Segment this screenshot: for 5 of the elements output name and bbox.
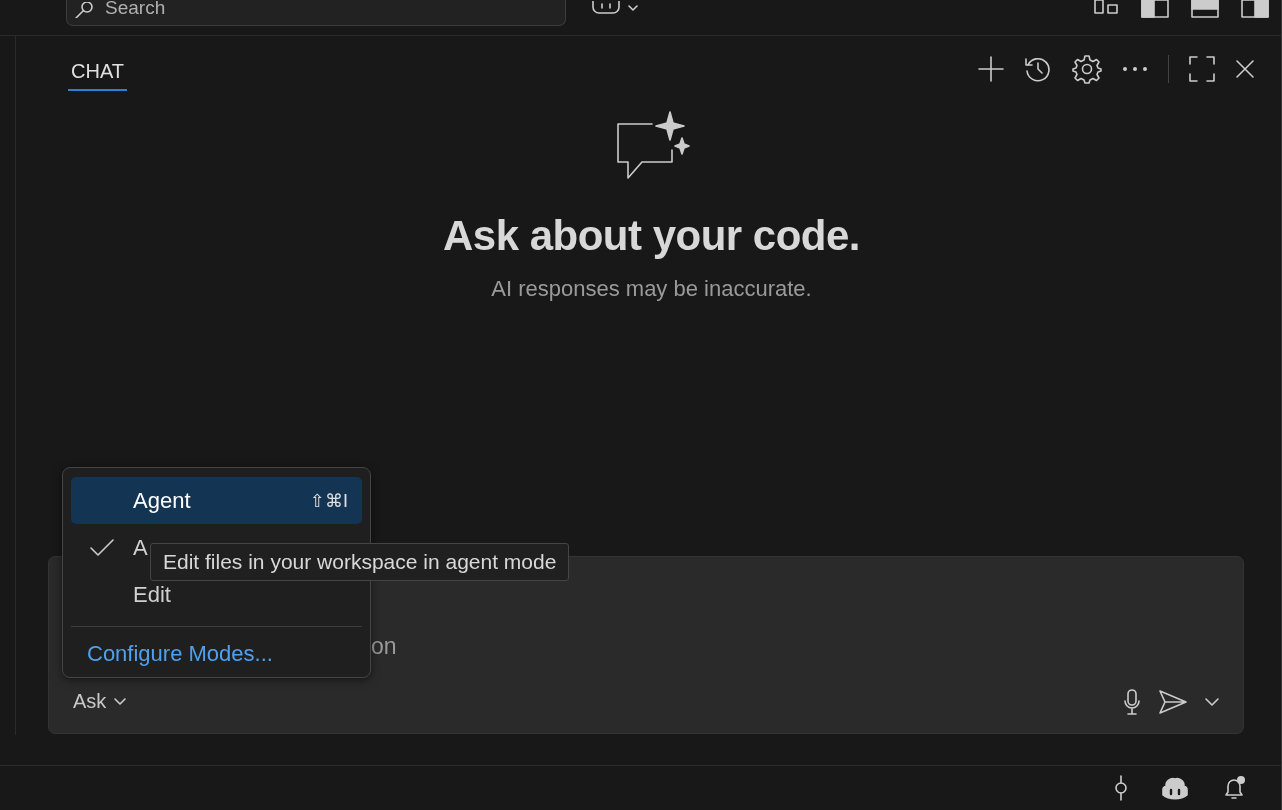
welcome-heading: Ask about your code. (442, 212, 861, 260)
tooltip: Edit files in your workspace in agent mode (150, 543, 570, 581)
disclaimer-text: AI responses may be inaccurate. (491, 276, 812, 302)
placeholder-text: on (371, 633, 398, 660)
shortcut-text: ⇧⌘I (309, 489, 348, 512)
